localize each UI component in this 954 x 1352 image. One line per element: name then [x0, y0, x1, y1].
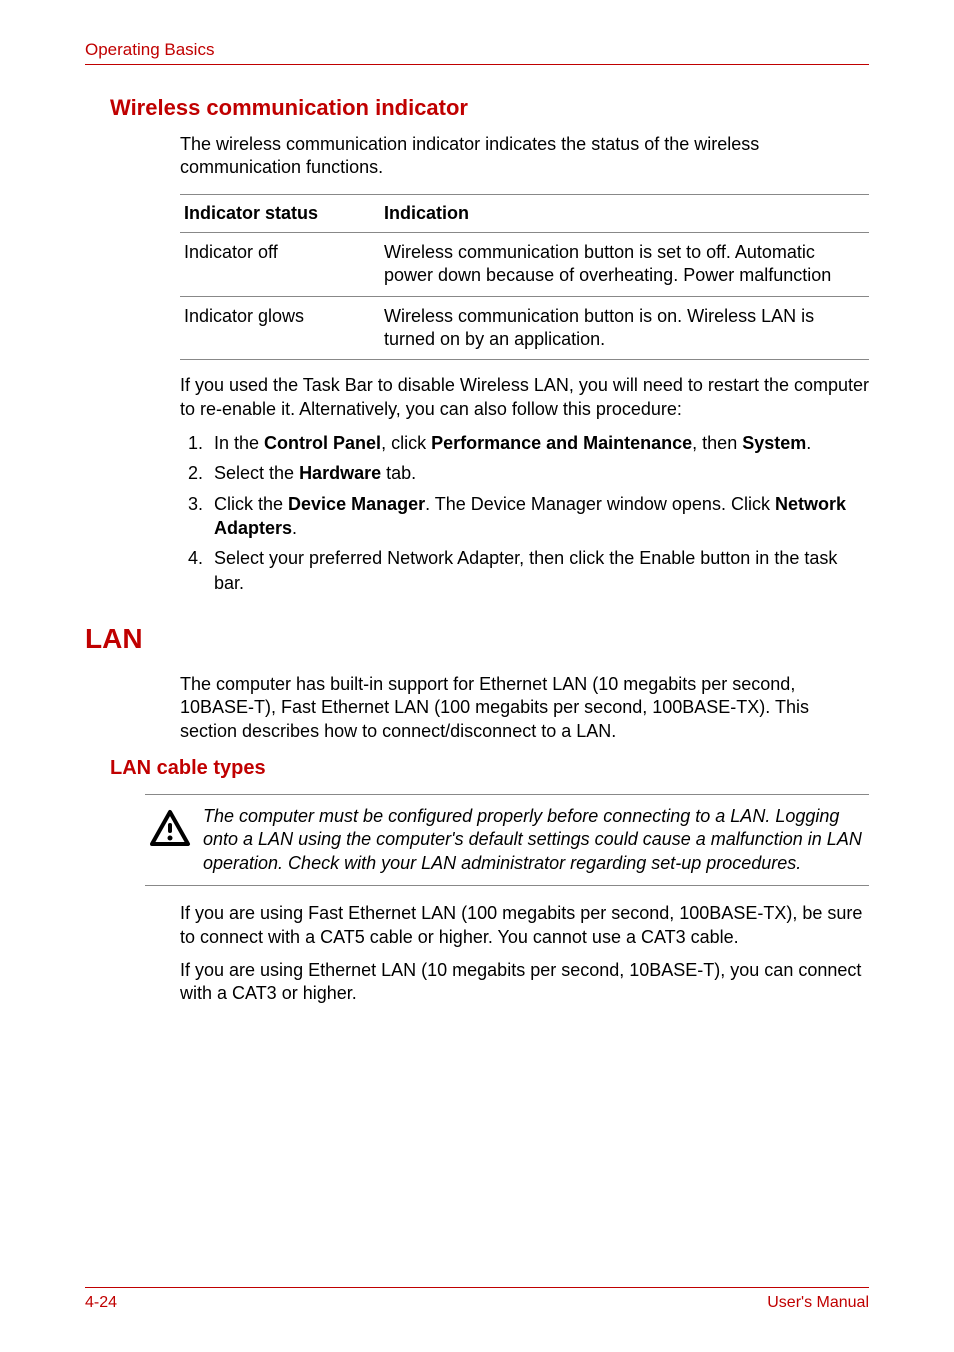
- list-item: Select your preferred Network Adapter, t…: [208, 546, 869, 595]
- procedure-list: In the Control Panel, click Performance …: [180, 431, 869, 595]
- page-footer: 4-24 User's Manual: [85, 1287, 869, 1312]
- after-table-text: If you used the Task Bar to disable Wire…: [180, 374, 869, 421]
- step-text: tab.: [381, 463, 416, 483]
- heading-lan-cable-types: LAN cable types: [110, 757, 869, 780]
- step-bold: Control Panel: [264, 433, 381, 453]
- lan-p1: If you are using Fast Ethernet LAN (100 …: [180, 902, 869, 949]
- caution-block: The computer must be configured properly…: [145, 794, 869, 886]
- table-row: Indicator glows Wireless communication b…: [180, 296, 869, 360]
- table-cell-indication: Wireless communication button is set to …: [380, 232, 869, 296]
- table-header-indication: Indication: [380, 194, 869, 232]
- list-item: Click the Device Manager. The Device Man…: [208, 492, 869, 541]
- list-item: In the Control Panel, click Performance …: [208, 431, 869, 455]
- lan-p2: If you are using Ethernet LAN (10 megabi…: [180, 959, 869, 1006]
- step-text: . The Device Manager window opens. Click: [425, 494, 775, 514]
- step-text: , click: [381, 433, 431, 453]
- page: Operating Basics Wireless communication …: [0, 0, 954, 1352]
- wireless-intro: The wireless communication indicator ind…: [180, 133, 869, 180]
- running-header: Operating Basics: [85, 40, 869, 60]
- manual-title: User's Manual: [767, 1294, 869, 1312]
- caution-text: The computer must be configured properly…: [195, 805, 869, 875]
- header-rule: [85, 64, 869, 65]
- step-text: Click the: [214, 494, 288, 514]
- step-bold: Performance and Maintenance: [431, 433, 692, 453]
- heading-wireless-indicator: Wireless communication indicator: [110, 95, 869, 121]
- caution-icon: [145, 805, 195, 875]
- step-text: In the: [214, 433, 264, 453]
- list-item: Select the Hardware tab.: [208, 461, 869, 485]
- indicator-table: Indicator status Indication Indicator of…: [180, 194, 869, 361]
- step-bold: Device Manager: [288, 494, 425, 514]
- table-cell-indication: Wireless communication button is on. Wir…: [380, 296, 869, 360]
- step-bold: System: [742, 433, 806, 453]
- step-text: Select the: [214, 463, 299, 483]
- step-text: , then: [692, 433, 742, 453]
- step-bold: Hardware: [299, 463, 381, 483]
- lan-intro: The computer has built-in support for Et…: [180, 673, 869, 743]
- page-number: 4-24: [85, 1294, 117, 1312]
- heading-lan: LAN: [85, 623, 869, 655]
- step-text: .: [806, 433, 811, 453]
- table-cell-status: Indicator glows: [180, 296, 380, 360]
- table-row: Indicator off Wireless communication but…: [180, 232, 869, 296]
- table-header-status: Indicator status: [180, 194, 380, 232]
- step-text: Select your preferred Network Adapter, t…: [214, 548, 837, 592]
- table-header-row: Indicator status Indication: [180, 194, 869, 232]
- step-text: .: [292, 518, 297, 538]
- table-cell-status: Indicator off: [180, 232, 380, 296]
